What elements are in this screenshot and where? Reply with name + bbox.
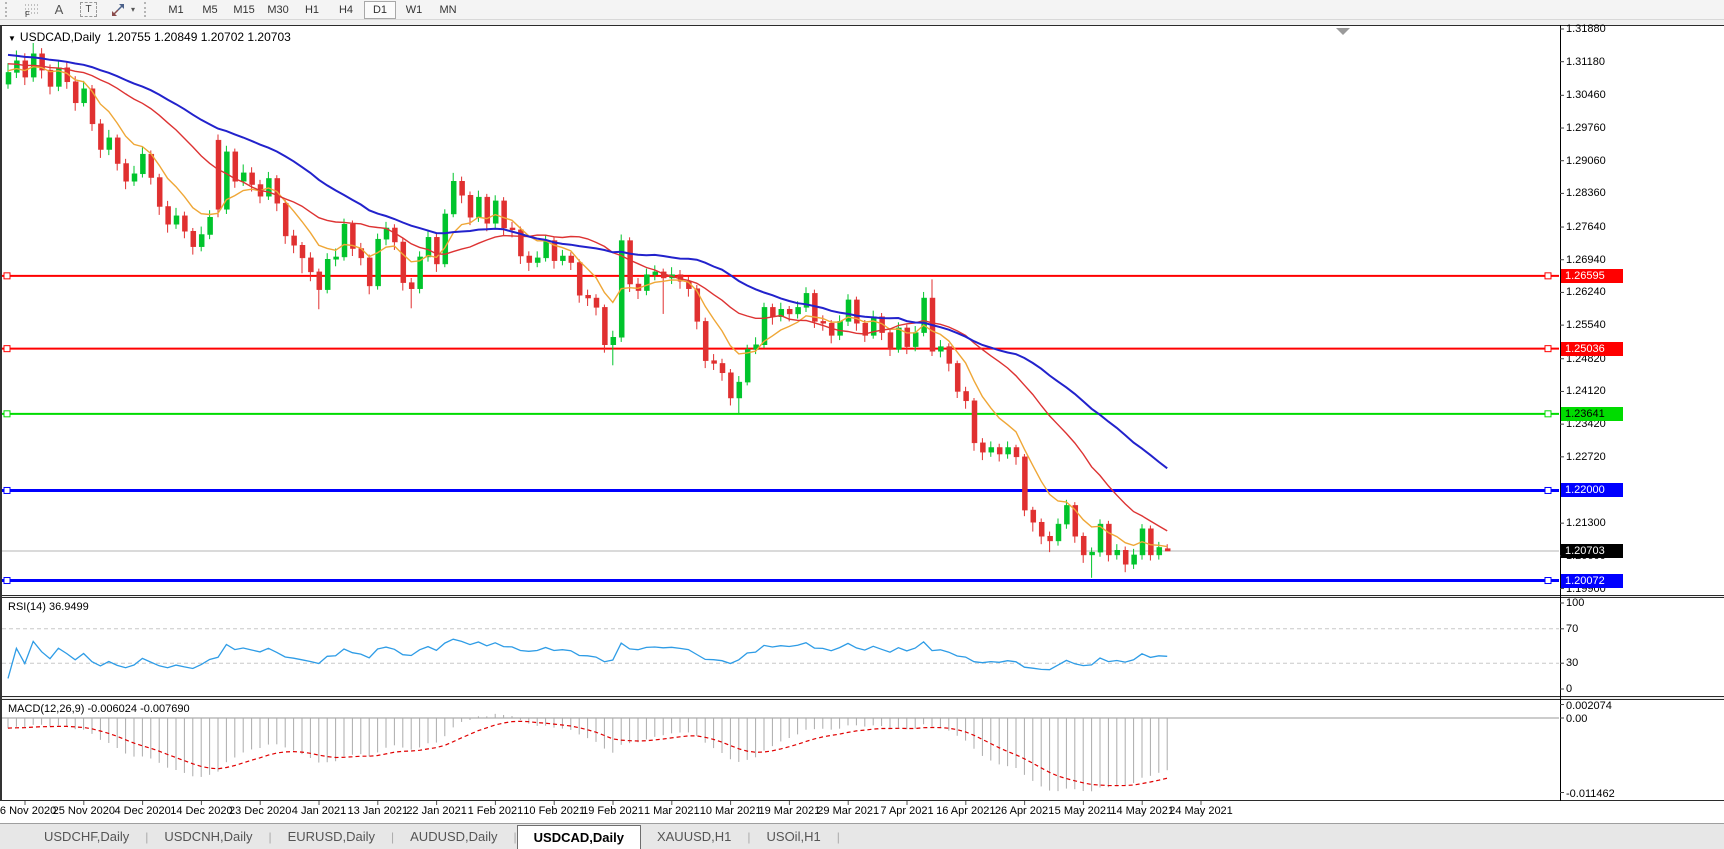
current-price-label: 1.20703 xyxy=(1561,544,1623,559)
date-axis-label: 5 May 2021 xyxy=(1054,805,1113,817)
date-axis-label: 26 Apr 2021 xyxy=(994,805,1055,817)
hline-price-label: 1.26595 xyxy=(1561,268,1623,283)
date-axis-label: 16 Nov 2020 xyxy=(0,805,57,817)
chart-tab-bar: USDCHF,Daily | USDCNH,Daily | EURUSD,Daily | A… xyxy=(0,823,1724,849)
chart-tab-usdcad-daily[interactable]: USDCAD,Daily xyxy=(516,825,641,849)
chart-ohlc-values: 1.20755 1.20849 1.20702 1.20703 xyxy=(107,30,291,44)
rsi-axis-tick: 30 xyxy=(1566,657,1579,670)
date-axis-label: 13 Jan 2021 xyxy=(347,805,409,817)
hline-price-label: 1.22000 xyxy=(1561,483,1623,498)
rsi-axis-tick: 0 xyxy=(1566,683,1573,695)
price-axis-tick: 1.29760 xyxy=(1566,122,1606,135)
trading-terminal-window: F A T ▾ M1 M5 M15 M30 H1 H4 D1 W1 MN ▼ USDCAD,Dai… xyxy=(0,0,1724,849)
hline-price-label: 1.25036 xyxy=(1561,341,1623,356)
price-axis-tick: 1.21300 xyxy=(1566,517,1606,530)
chart-tab-xauusd-h1[interactable]: XAUUSD,H1 xyxy=(641,824,747,849)
date-axis-label: 10 Feb 2021 xyxy=(523,805,586,817)
date-axis-label: 10 Mar 2021 xyxy=(699,805,762,817)
date-axis-label: 24 May 2021 xyxy=(1169,805,1233,817)
price-axis-tick: 1.24120 xyxy=(1566,385,1606,398)
chart-tab-usoil-h1[interactable]: USOil,H1 xyxy=(751,824,837,849)
date-axis-label: 29 Mar 2021 xyxy=(817,805,880,817)
date-axis-label: 4 Jan 2021 xyxy=(291,805,347,817)
date-axis-label: 7 Apr 2021 xyxy=(880,805,934,817)
chart-tab-usdcnh-daily[interactable]: USDCNH,Daily xyxy=(148,824,268,849)
date-axis-label: 16 Apr 2021 xyxy=(936,805,996,817)
chart-tab-audusd-daily[interactable]: AUDUSD,Daily xyxy=(394,824,513,849)
date-axis-label: 25 Nov 2020 xyxy=(52,805,115,817)
date-axis-label: 23 Dec 2020 xyxy=(228,805,292,817)
price-axis-tick: 1.27640 xyxy=(1566,221,1606,234)
price-axis-tick: 1.31880 xyxy=(1566,23,1606,35)
rsi-axis-tick: 100 xyxy=(1566,597,1585,609)
date-axis-label: 19 Mar 2021 xyxy=(758,805,821,817)
price-axis-tick: 1.22720 xyxy=(1566,450,1606,463)
price-axis-tick: 1.26240 xyxy=(1566,286,1606,299)
chart-title-dropdown-icon[interactable]: ▼ xyxy=(8,34,16,43)
date-axis-label: 14 May 2021 xyxy=(1110,805,1174,817)
tab-separator: | xyxy=(836,829,840,844)
date-axis-label: 4 Dec 2020 xyxy=(114,805,171,817)
chart-canvas[interactable] xyxy=(0,0,1724,849)
macd-axis-tick: 0.002074 xyxy=(1566,699,1612,712)
date-axis-label: 14 Dec 2020 xyxy=(170,805,233,817)
date-axis-label: 22 Jan 2021 xyxy=(406,805,467,817)
chart-title: ▼ USDCAD,Daily 1.20755 1.20849 1.20702 1.… xyxy=(8,30,291,44)
chart-tab-usdchf-daily[interactable]: USDCHF,Daily xyxy=(28,824,145,849)
hline-price-label: 1.23641 xyxy=(1561,406,1623,421)
hline-price-label: 1.20072 xyxy=(1561,573,1623,588)
macd-axis-tick: -0.011462 xyxy=(1566,787,1615,800)
date-axis-label: 19 Feb 2021 xyxy=(582,805,644,817)
price-axis-tick: 1.26940 xyxy=(1566,253,1606,266)
macd-indicator-label: MACD(12,26,9) -0.006024 -0.007690 xyxy=(8,703,190,715)
date-axis-label: 1 Feb 2021 xyxy=(467,805,524,817)
price-axis-tick: 1.30460 xyxy=(1566,89,1606,102)
rsi-axis-tick: 70 xyxy=(1566,622,1579,635)
rsi-indicator-label: RSI(14) 36.9499 xyxy=(8,601,89,613)
chart-symbol-label: USDCAD,Daily xyxy=(19,30,101,44)
price-axis-tick: 1.31180 xyxy=(1566,55,1605,68)
chart-tab-eurusd-daily[interactable]: EURUSD,Daily xyxy=(272,824,391,849)
date-axis-label: 1 Mar 2021 xyxy=(643,805,700,817)
price-axis-tick: 1.28360 xyxy=(1566,187,1606,200)
price-axis-tick: 1.25540 xyxy=(1566,319,1606,332)
macd-axis-tick: 0.00 xyxy=(1566,713,1588,725)
price-axis-tick: 1.29060 xyxy=(1566,154,1606,167)
